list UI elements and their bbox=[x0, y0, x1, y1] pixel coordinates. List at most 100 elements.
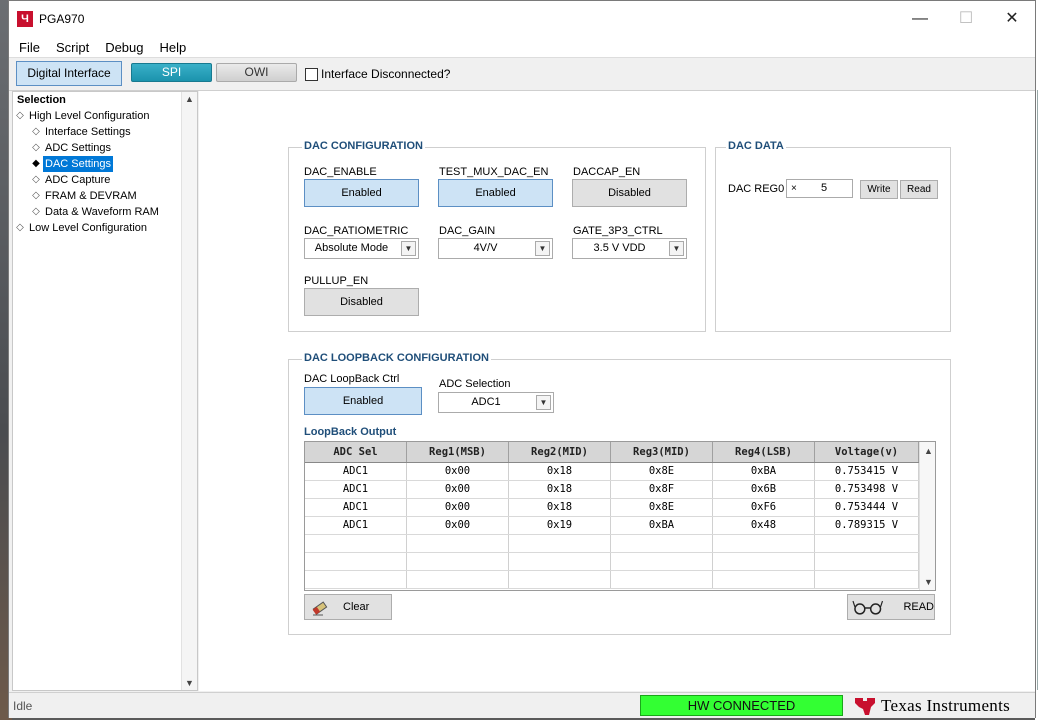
table-cell bbox=[611, 571, 713, 588]
dac-loopback-title: DAC LOOPBACK CONFIGURATION bbox=[302, 352, 491, 364]
clear-label: Clear bbox=[343, 601, 370, 613]
read-loopback-button[interactable]: READ bbox=[847, 594, 935, 620]
adc-selection-select[interactable]: ADC1 ▼ bbox=[438, 392, 554, 413]
tree-item-adc-capture[interactable]: ◇ ADC Capture bbox=[13, 172, 197, 188]
chevron-down-icon[interactable]: ▼ bbox=[535, 241, 550, 256]
maximize-button[interactable]: ☐ bbox=[943, 1, 989, 37]
diamond-icon: ◇ bbox=[32, 126, 40, 137]
close-button[interactable]: ✕ bbox=[989, 1, 1035, 37]
menu-file[interactable]: File bbox=[11, 40, 48, 55]
tree-item-adc-settings[interactable]: ◇ ADC Settings bbox=[13, 140, 197, 156]
table-scrollbar[interactable]: ▲ ▼ bbox=[919, 442, 935, 590]
digital-interface-button[interactable]: Digital Interface bbox=[16, 61, 122, 86]
checkbox-box[interactable] bbox=[305, 67, 318, 81]
diamond-icon: ◇ bbox=[32, 206, 40, 217]
tree-item-high-level[interactable]: ◇ High Level Configuration bbox=[13, 108, 197, 124]
column-header[interactable]: ADC Sel bbox=[305, 442, 407, 462]
table-cell: 0x8E bbox=[611, 499, 713, 516]
table-cell bbox=[509, 553, 611, 570]
gate-3p3-ctrl-select[interactable]: 3.5 V VDD ▼ bbox=[572, 238, 687, 259]
dac-gain-select[interactable]: 4V/V ▼ bbox=[438, 238, 553, 259]
tree-item-low-level[interactable]: ◇ Low Level Configuration bbox=[13, 220, 197, 236]
table-row[interactable]: ADC1 0x00 0x19 0xBA 0x48 0.789315 V bbox=[305, 517, 935, 535]
table-row[interactable]: ADC1 0x00 0x18 0x8E 0xF6 0.753444 V bbox=[305, 499, 935, 517]
table-cell: 0x00 bbox=[407, 481, 509, 498]
column-header[interactable]: Reg4(LSB) bbox=[713, 442, 815, 462]
diamond-icon: ◇ bbox=[16, 222, 24, 233]
scroll-up-icon[interactable]: ▲ bbox=[924, 446, 933, 456]
write-button[interactable]: Write bbox=[860, 180, 898, 199]
interface-disconnected-checkbox[interactable]: Interface Disconnected? bbox=[305, 67, 450, 81]
table-cell bbox=[815, 553, 919, 570]
dac-ratiometric-label: DAC_RATIOMETRIC bbox=[304, 225, 409, 237]
chevron-down-icon[interactable]: ▼ bbox=[536, 395, 551, 410]
daccap-en-toggle[interactable]: Disabled bbox=[572, 179, 687, 207]
daccap-en-label: DACCAP_EN bbox=[573, 166, 641, 178]
table-cell: 0xBA bbox=[713, 463, 815, 480]
ti-logo: Texas Instruments bbox=[853, 695, 1010, 717]
table-header: ADC Sel Reg1(MSB) Reg2(MID) Reg3(MID) Re… bbox=[305, 442, 935, 463]
table-cell: 0x19 bbox=[509, 517, 611, 534]
column-header[interactable]: Reg3(MID) bbox=[611, 442, 713, 462]
tree-item-interface-settings[interactable]: ◇ Interface Settings bbox=[13, 124, 197, 140]
table-cell: 0x00 bbox=[407, 463, 509, 480]
dac-gain-label: DAC_GAIN bbox=[439, 225, 496, 237]
test-mux-dac-en-toggle[interactable]: Enabled bbox=[438, 179, 553, 207]
tree-item-data-waveform-ram[interactable]: ◇ Data & Waveform RAM bbox=[13, 204, 197, 220]
tree-item-fram-devram[interactable]: ◇ FRAM & DEVRAM bbox=[13, 188, 197, 204]
owi-button[interactable]: OWI bbox=[216, 63, 297, 82]
clear-button[interactable]: Clear bbox=[304, 594, 392, 620]
table-cell: 0x18 bbox=[509, 481, 611, 498]
table-cell bbox=[509, 535, 611, 552]
dac-enable-toggle[interactable]: Enabled bbox=[304, 179, 419, 207]
gate-3p3-ctrl-value: 3.5 V VDD bbox=[593, 242, 646, 254]
pullup-en-toggle[interactable]: Disabled bbox=[304, 288, 419, 316]
tree-item-label: FRAM & DEVRAM bbox=[45, 190, 137, 202]
column-header[interactable]: Reg2(MID) bbox=[509, 442, 611, 462]
menu-debug[interactable]: Debug bbox=[97, 40, 151, 55]
table-row[interactable] bbox=[305, 571, 935, 589]
read-label: READ bbox=[903, 601, 934, 613]
table-cell: ADC1 bbox=[305, 499, 407, 516]
menu-bar: File Script Debug Help bbox=[9, 37, 1035, 57]
adc-selection-label: ADC Selection bbox=[439, 378, 511, 390]
column-header[interactable]: Voltage(v) bbox=[815, 442, 919, 462]
dac-loopback-ctrl-toggle[interactable]: Enabled bbox=[304, 387, 422, 415]
read-button[interactable]: Read bbox=[900, 180, 938, 199]
table-cell: 0x8E bbox=[611, 463, 713, 480]
tree-item-dac-settings[interactable]: ◆ DAC Settings bbox=[13, 156, 197, 172]
table-row[interactable]: ADC1 0x00 0x18 0x8F 0x6B 0.753498 V bbox=[305, 481, 935, 499]
chevron-down-icon[interactable]: ▼ bbox=[669, 241, 684, 256]
menu-script[interactable]: Script bbox=[48, 40, 97, 55]
hw-connected-indicator: HW CONNECTED bbox=[640, 695, 843, 716]
clear-icon[interactable]: × bbox=[791, 180, 797, 197]
minimize-button[interactable]: — bbox=[897, 1, 943, 37]
dac-data-group bbox=[715, 147, 951, 332]
column-header[interactable]: Reg1(MSB) bbox=[407, 442, 509, 462]
table-cell: 0.789315 V bbox=[815, 517, 919, 534]
selection-header: Selection bbox=[17, 94, 66, 106]
table-cell: 0xF6 bbox=[713, 499, 815, 516]
diamond-icon: ◇ bbox=[32, 174, 40, 185]
table-cell bbox=[611, 553, 713, 570]
table-row[interactable] bbox=[305, 535, 935, 553]
table-cell: ADC1 bbox=[305, 517, 407, 534]
menu-help[interactable]: Help bbox=[152, 40, 195, 55]
chevron-down-icon[interactable]: ▼ bbox=[401, 241, 416, 256]
table-cell bbox=[407, 535, 509, 552]
spi-button[interactable]: SPI bbox=[131, 63, 212, 82]
sidebar-scrollbar[interactable]: ▲ ▼ bbox=[181, 92, 197, 690]
table-cell bbox=[611, 535, 713, 552]
scroll-down-icon[interactable]: ▼ bbox=[185, 678, 194, 688]
table-row[interactable]: ADC1 0x00 0x18 0x8E 0xBA 0.753415 V bbox=[305, 463, 935, 481]
scroll-down-icon[interactable]: ▼ bbox=[924, 577, 933, 587]
tree-item-label: Low Level Configuration bbox=[29, 222, 148, 234]
table-cell bbox=[305, 571, 407, 588]
tree-item-label: Interface Settings bbox=[45, 126, 131, 138]
dac-reg0-input[interactable]: × 5 bbox=[786, 179, 853, 198]
dac-ratiometric-select[interactable]: Absolute Mode ▼ bbox=[304, 238, 419, 259]
scroll-up-icon[interactable]: ▲ bbox=[185, 94, 194, 104]
status-text: Idle bbox=[13, 699, 33, 713]
table-cell bbox=[509, 571, 611, 588]
table-row[interactable] bbox=[305, 553, 935, 571]
